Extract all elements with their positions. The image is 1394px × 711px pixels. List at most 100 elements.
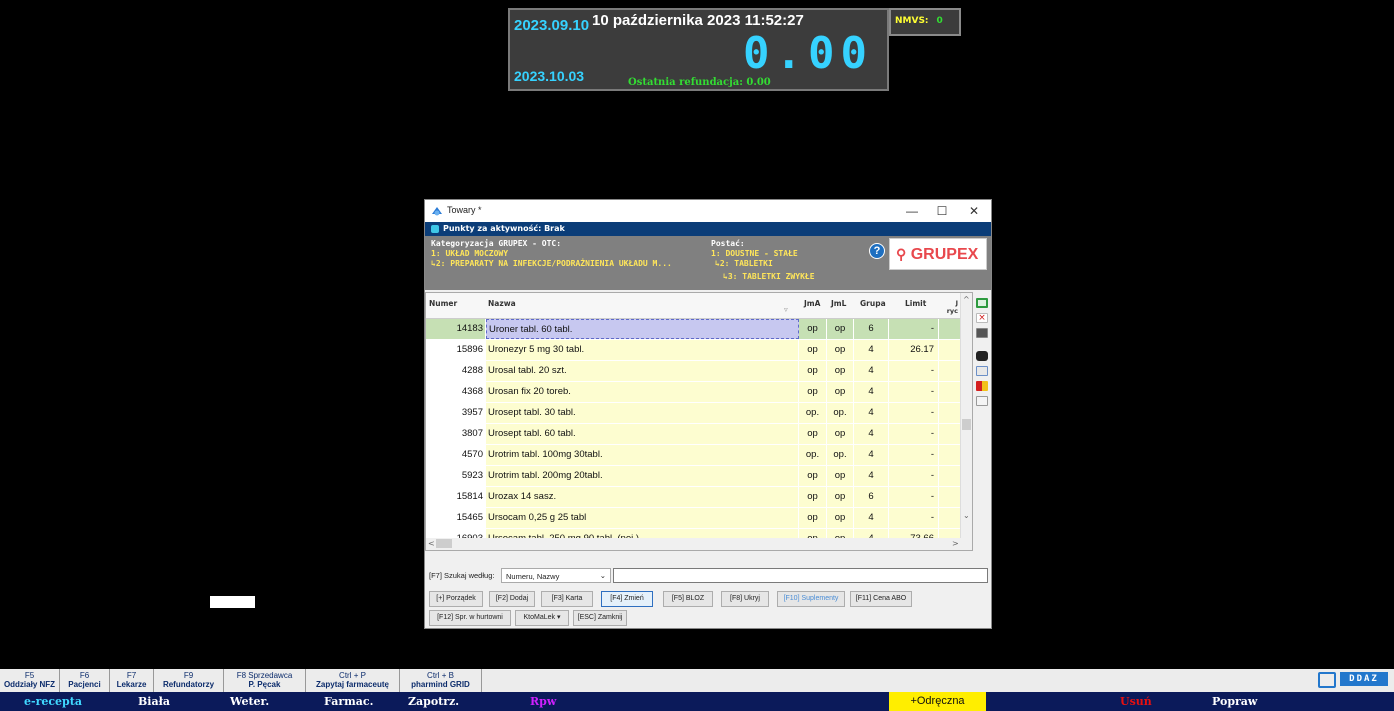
cat-left-line2: ↳2: PREPARATY NA INFEKCJE/PODRAŻNIENIA U… — [431, 259, 672, 268]
cell-numer: 4570 — [426, 445, 486, 465]
cell-grupa: 6 — [854, 487, 889, 507]
table-row[interactable]: 3807 Urosept tabl. 60 tabl. op op 4- — [426, 424, 972, 445]
fkey-sprzedawca[interactable]: F8 Sprzedawca P. Pęcak — [224, 669, 306, 692]
nmvs-indicator: NMVS: 0 — [889, 8, 961, 36]
usun-button[interactable]: Usuń — [1120, 695, 1152, 708]
filter-icon[interactable]: ▿ — [784, 305, 788, 314]
table-row[interactable]: 15896 Uronezyr 5 mg 30 tabl. op op 4 26.17 — [426, 340, 972, 361]
col-numer[interactable]: Numer — [429, 299, 457, 308]
cat-left-header: Kategoryzacja GRUPEX - OTC: — [431, 239, 562, 248]
grupex-brand: GRUPEX — [910, 246, 979, 263]
vertical-scrollbar[interactable]: ^ ⌄ — [960, 293, 972, 550]
col-nazwa[interactable]: Nazwa — [488, 299, 516, 308]
horizontal-scrollbar[interactable]: < > — [426, 538, 961, 550]
search-input[interactable] — [613, 568, 988, 583]
table-row[interactable]: 5923 Urotrim tabl. 200mg 20tabl. op op 4- — [426, 466, 972, 487]
cell-nazwa: Urosal tabl. 20 szt. — [486, 361, 799, 381]
scroll-right-icon[interactable]: > — [952, 539, 959, 548]
table-row[interactable]: 4570 Urotrim tabl. 100mg 30tabl. op. op. 4- — [426, 445, 972, 466]
cell-limit: - — [889, 319, 939, 339]
scroll-up-icon[interactable]: ^ — [963, 295, 970, 304]
popraw-button[interactable]: Popraw — [1212, 695, 1257, 708]
col-limit[interactable]: Limit — [905, 299, 926, 308]
vscroll-thumb[interactable] — [962, 419, 971, 430]
col-grupa[interactable]: Grupa — [860, 299, 886, 308]
cell-limit: - — [889, 382, 939, 402]
ktomalek-button[interactable]: KtoMaLek ▾ — [515, 610, 569, 626]
binoculars-icon[interactable] — [976, 351, 988, 361]
window-icon[interactable] — [976, 328, 988, 338]
fkey-lekarze[interactable]: F7 Lekarze — [110, 669, 154, 692]
colors-icon[interactable] — [976, 381, 988, 391]
cell-limit: - — [889, 487, 939, 507]
abo-price-button[interactable]: [F11] Cena ABO — [850, 591, 912, 607]
minimize-button[interactable]: — — [897, 202, 927, 220]
fkey-zapytaj[interactable]: Ctrl + P Zapytaj farmaceutę — [306, 669, 400, 692]
card-button[interactable]: [F3] Karta — [541, 591, 593, 607]
fkey-oddzialy[interactable]: F5 Oddziały NFZ — [0, 669, 60, 692]
table-row[interactable]: 3957 Urosept tabl. 30 tabl. op. op. 4- — [426, 403, 972, 424]
cell-jma: op — [799, 508, 827, 528]
cell-numer: 5923 — [426, 466, 486, 486]
table-row[interactable]: 4368 Urosan fix 20 toreb. op op 4- — [426, 382, 972, 403]
col-extra[interactable]: J ryc — [944, 299, 958, 315]
rpw-button[interactable]: Rpw — [530, 695, 556, 708]
table-row[interactable]: 14183 Uroner tabl. 60 tabl. op op 6- — [426, 319, 972, 340]
dialog-titlebar[interactable]: Towary * — ☐ ✕ — [425, 200, 991, 222]
delete-icon[interactable]: × — [976, 313, 988, 323]
fkey-pacjenci[interactable]: F6 Pacjenci — [60, 669, 110, 692]
search-label: [F7] Szukaj według: — [429, 571, 495, 580]
note-icon[interactable] — [976, 396, 988, 406]
hscroll-thumb[interactable] — [436, 539, 452, 548]
scroll-down-icon[interactable]: ⌄ — [963, 511, 970, 520]
current-datetime: 10 października 2023 11:52:27 — [592, 12, 804, 29]
table-row[interactable]: 15388Ursofalk 0,5 g 50 tabl.opop4- — [426, 550, 972, 551]
search-by-select[interactable]: Numeru, Nazwy ⌄ — [501, 568, 611, 583]
cell-jma: op — [799, 424, 827, 444]
weter-button[interactable]: Weter. — [230, 695, 269, 708]
maximize-button[interactable]: ☐ — [927, 202, 957, 220]
tv-icon[interactable] — [1318, 672, 1336, 688]
accept-icon[interactable] — [976, 298, 988, 308]
col-jma[interactable]: JmA — [804, 299, 820, 308]
date-end: 2023.10.03 — [514, 68, 585, 84]
grid-body: 14183 Uroner tabl. 60 tabl. op op 6-15896 Uro… — [426, 319, 972, 551]
col-jml[interactable]: JmL — [831, 299, 846, 308]
cell-nazwa: Urotrim tabl. 100mg 30tabl. — [486, 445, 799, 465]
bloz-button[interactable]: [F5] BLOZ — [663, 591, 713, 607]
supplements-button[interactable]: [F10] Suplementy — [777, 591, 845, 607]
cell-limit: - — [889, 445, 939, 465]
order-button[interactable]: [+] Porządek — [429, 591, 483, 607]
close-dialog-button[interactable]: [ESC] Zamknij — [573, 610, 627, 626]
zapotrz-button[interactable]: Zapotrz. — [408, 695, 459, 708]
close-button[interactable]: ✕ — [959, 202, 989, 220]
check-wholesale-button[interactable]: [F12] Spr. w hurtowni — [429, 610, 511, 626]
add-button[interactable]: [F2] Dodaj — [489, 591, 535, 607]
cell-jma: op — [799, 487, 827, 507]
cell-grupa: 4 — [854, 445, 889, 465]
table-row[interactable]: 15465 Ursocam 0,25 g 25 tabl op op 4- — [426, 508, 972, 529]
farmac-button[interactable]: Farmac. — [324, 695, 373, 708]
fkey-pharmind[interactable]: Ctrl + Bpharmind GRID — [400, 669, 482, 692]
cell-numer: 15388 — [426, 550, 486, 551]
table-row[interactable]: 15814 Urozax 14 sasz. op op 6- — [426, 487, 972, 508]
help-icon[interactable]: ? — [869, 243, 885, 259]
odreczna-button[interactable]: +Odręczna — [889, 692, 986, 711]
erecepta-button[interactable]: e-recepta — [24, 695, 82, 708]
table-row[interactable]: 4288 Urosal tabl. 20 szt. op op 4- — [426, 361, 972, 382]
cell-nazwa: Urosan fix 20 toreb. — [486, 382, 799, 402]
cell-nazwa: Urotrim tabl. 200mg 20tabl. — [486, 466, 799, 486]
edit-button[interactable]: [F4] Zmień — [601, 591, 653, 607]
document-icon[interactable] — [976, 366, 988, 376]
cell-jml: op. — [827, 445, 854, 465]
fkey-refundatorzy[interactable]: F9 Refundatorzy — [154, 669, 224, 692]
cell-nazwa: Ursofalk 0,5 g 50 tabl. — [486, 550, 799, 551]
amount-display: 0.00 — [743, 28, 873, 79]
scroll-left-icon[interactable]: < — [428, 539, 435, 548]
hide-button[interactable]: [F8] Ukryj — [721, 591, 769, 607]
cell-limit: 26.17 — [889, 340, 939, 360]
cell-numer: 4288 — [426, 361, 486, 381]
cell-numer: 4368 — [426, 382, 486, 402]
biala-button[interactable]: Biała — [138, 695, 170, 708]
cell-jma: op — [799, 361, 827, 381]
